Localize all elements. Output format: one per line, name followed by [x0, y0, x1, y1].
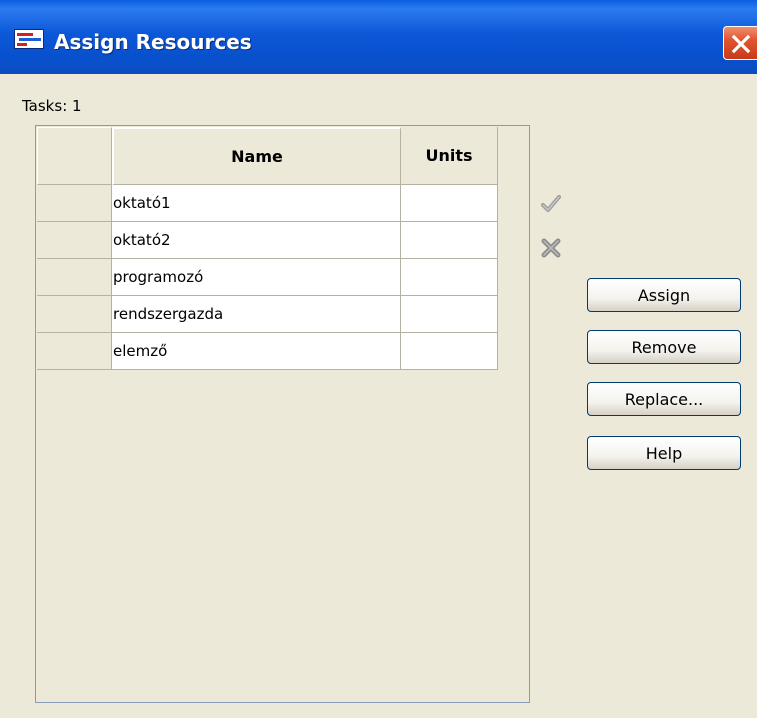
- x-icon[interactable]: [541, 238, 561, 258]
- row-header-corner: [37, 127, 112, 185]
- help-button[interactable]: Help: [587, 436, 741, 470]
- row-header[interactable]: [37, 185, 112, 222]
- replace-button[interactable]: Replace...: [587, 382, 741, 416]
- remove-button[interactable]: Remove: [587, 330, 741, 364]
- resource-name-cell[interactable]: elemző: [112, 333, 401, 370]
- assign-button[interactable]: Assign: [587, 278, 741, 312]
- table-row[interactable]: oktató2: [37, 222, 498, 259]
- resource-units-cell[interactable]: [401, 296, 498, 333]
- resource-name-cell[interactable]: rendszergazda: [112, 296, 401, 333]
- title-bar[interactable]: Assign Resources: [0, 0, 757, 74]
- resource-units-cell[interactable]: [401, 259, 498, 296]
- resource-name-cell[interactable]: programozó: [112, 259, 401, 296]
- column-header-units[interactable]: Units: [401, 127, 498, 185]
- close-button[interactable]: [723, 26, 757, 60]
- table-row[interactable]: rendszergazda: [37, 296, 498, 333]
- checkmark-icon[interactable]: [541, 194, 561, 214]
- column-header-name[interactable]: Name: [112, 127, 401, 185]
- resource-name-cell[interactable]: oktató1: [112, 185, 401, 222]
- resource-units-cell[interactable]: [401, 222, 498, 259]
- row-header[interactable]: [37, 296, 112, 333]
- resource-units-cell[interactable]: [401, 185, 498, 222]
- app-icon: [14, 29, 44, 49]
- window-title: Assign Resources: [54, 30, 252, 54]
- row-header[interactable]: [37, 222, 112, 259]
- row-header[interactable]: [37, 259, 112, 296]
- resource-name-cell[interactable]: oktató2: [112, 222, 401, 259]
- table-row[interactable]: programozó: [37, 259, 498, 296]
- resource-grid[interactable]: Name Units oktató1 oktató2 programozó re…: [35, 125, 530, 703]
- table-row[interactable]: oktató1: [37, 185, 498, 222]
- close-icon: [731, 34, 751, 54]
- resource-units-cell[interactable]: [401, 333, 498, 370]
- table-row[interactable]: elemző: [37, 333, 498, 370]
- tasks-count-label: Tasks: 1: [22, 97, 82, 115]
- row-header[interactable]: [37, 333, 112, 370]
